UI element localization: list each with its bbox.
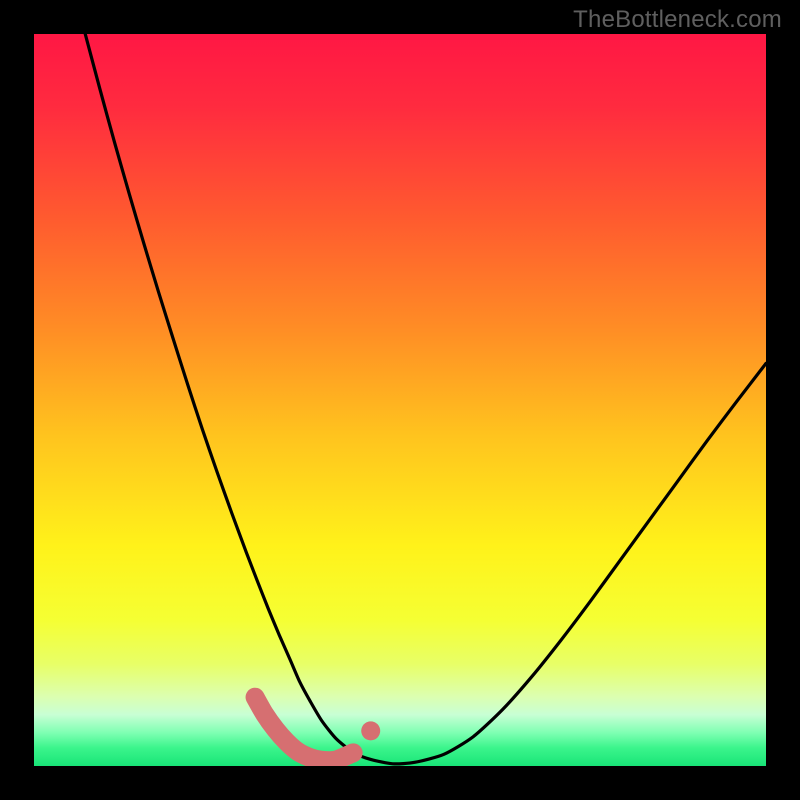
highlight-endpoint xyxy=(361,721,380,740)
chart-svg xyxy=(34,34,766,766)
watermark-text: TheBottleneck.com xyxy=(573,6,782,34)
plot-area xyxy=(34,34,766,766)
chart-frame: TheBottleneck.com xyxy=(0,0,800,800)
gradient-background xyxy=(34,34,766,766)
